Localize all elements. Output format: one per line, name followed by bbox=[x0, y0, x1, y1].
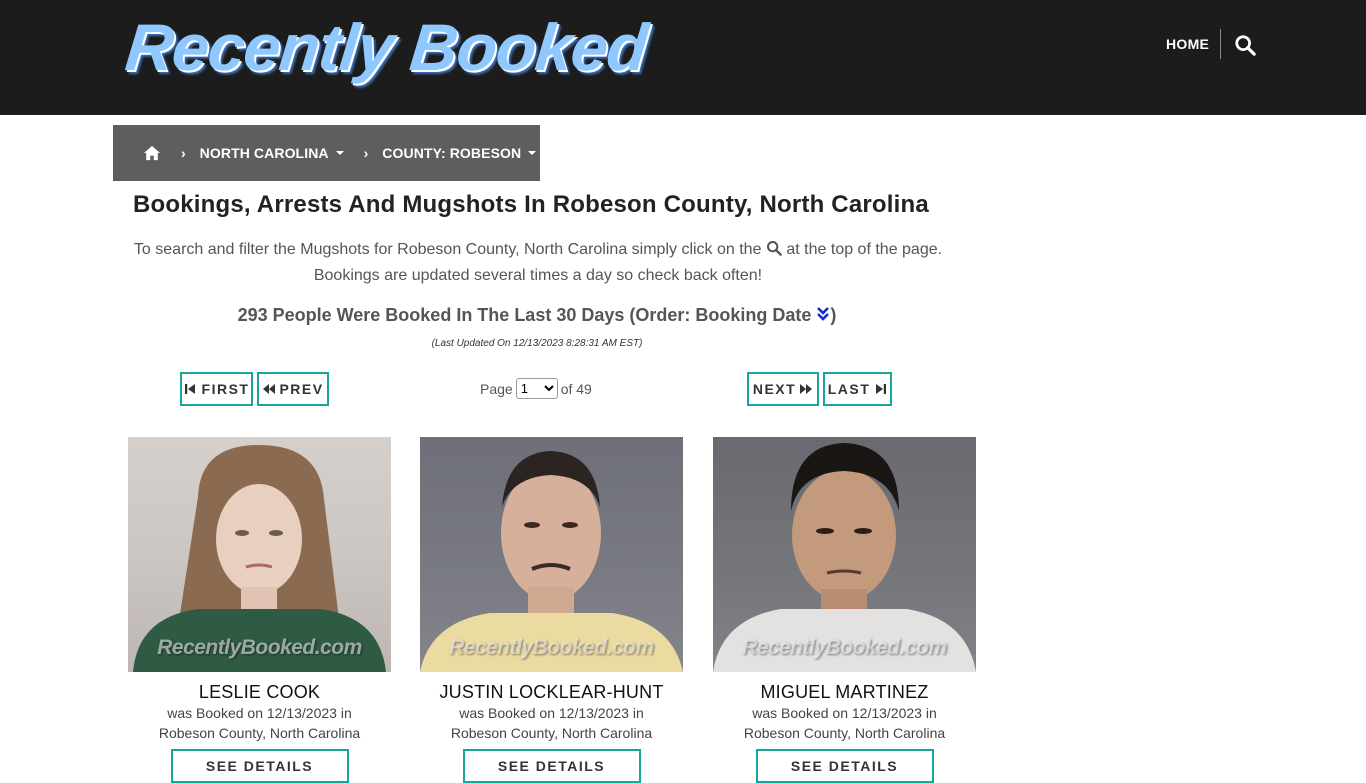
caret-down-icon bbox=[335, 151, 344, 155]
search-icon[interactable] bbox=[1234, 34, 1256, 56]
caret-down-icon bbox=[528, 151, 537, 155]
booking-count-text: 293 People Were Booked In The Last 30 Da… bbox=[237, 305, 812, 325]
page-select[interactable]: 1 bbox=[515, 378, 558, 399]
breadcrumb-state-dropdown[interactable]: NORTH CAROLINA bbox=[200, 145, 344, 161]
rewind-icon bbox=[263, 384, 276, 394]
mugshot-photo[interactable]: RecentlyBooked.com bbox=[713, 437, 976, 672]
mugshot-photo[interactable]: RecentlyBooked.com bbox=[420, 437, 683, 672]
intro-text: To search and filter the Mugshots for Ro… bbox=[128, 237, 948, 289]
first-icon bbox=[184, 384, 195, 394]
breadcrumb-state-label: NORTH CAROLINA bbox=[199, 145, 329, 161]
next-page-button[interactable]: NEXT bbox=[747, 372, 819, 406]
booking-count: 293 People Were Booked In The Last 30 Da… bbox=[128, 305, 946, 326]
fast-forward-icon bbox=[800, 384, 813, 394]
chevron-right-icon: › bbox=[363, 145, 369, 161]
first-page-label: FIRST bbox=[201, 381, 250, 397]
booking-card[interactable]: RecentlyBooked.com LESLIE COOK was Booke… bbox=[128, 437, 391, 783]
page-total: of 49 bbox=[560, 380, 592, 397]
see-details-button[interactable]: SEE DETAILS bbox=[462, 749, 641, 783]
page-label: Page bbox=[480, 380, 513, 397]
photo-watermark: RecentlyBooked.com bbox=[449, 636, 654, 659]
booking-line2: Robeson County, North Carolina bbox=[158, 725, 361, 741]
page-title: Bookings, Arrests And Mugshots In Robeso… bbox=[133, 191, 929, 218]
home-icon[interactable] bbox=[143, 145, 161, 161]
page-selector: Page 1 of 49 bbox=[480, 378, 592, 399]
mugshot-photo[interactable]: RecentlyBooked.com bbox=[128, 437, 391, 672]
site-header: Recently Booked HOME bbox=[0, 0, 1366, 115]
intro-text-before: To search and filter the Mugshots for Ro… bbox=[133, 241, 762, 258]
booking-card[interactable]: RecentlyBooked.com MIGUEL MARTINEZ was B… bbox=[713, 437, 976, 783]
booking-line2: Robeson County, North Carolina bbox=[743, 725, 946, 741]
chevron-right-icon: › bbox=[181, 145, 186, 161]
booking-name[interactable]: LESLIE COOK bbox=[128, 682, 391, 703]
booking-card[interactable]: RecentlyBooked.com JUSTIN LOCKLEAR-HUNT … bbox=[420, 437, 683, 783]
nav-home-link[interactable]: HOME bbox=[1166, 36, 1209, 52]
nav-divider bbox=[1220, 29, 1221, 59]
booking-line1: was Booked on 12/13/2023 in bbox=[459, 705, 644, 721]
booking-line1: was Booked on 12/13/2023 in bbox=[167, 705, 352, 721]
first-page-button[interactable]: FIRST bbox=[180, 372, 253, 406]
booking-count-close: ) bbox=[830, 305, 837, 325]
next-page-label: NEXT bbox=[752, 381, 797, 397]
breadcrumb-county-dropdown[interactable]: COUNTY: ROBESON bbox=[382, 145, 537, 161]
sort-order-icon[interactable] bbox=[816, 306, 830, 322]
prev-page-label: PREV bbox=[279, 381, 324, 397]
booking-line1: was Booked on 12/13/2023 in bbox=[752, 705, 937, 721]
booking-name[interactable]: MIGUEL MARTINEZ bbox=[713, 682, 976, 703]
last-page-label: LAST bbox=[827, 381, 871, 397]
prev-page-button[interactable]: PREV bbox=[257, 372, 329, 406]
booking-name[interactable]: JUSTIN LOCKLEAR-HUNT bbox=[420, 682, 683, 703]
photo-watermark: RecentlyBooked.com bbox=[157, 636, 362, 659]
site-logo[interactable]: Recently Booked bbox=[122, 10, 650, 84]
booking-line2: Robeson County, North Carolina bbox=[450, 725, 653, 741]
photo-watermark: RecentlyBooked.com bbox=[742, 636, 947, 659]
search-icon bbox=[766, 241, 782, 256]
see-details-button[interactable]: SEE DETAILS bbox=[755, 749, 934, 783]
last-updated: (Last Updated On 12/13/2023 8:28:31 AM E… bbox=[431, 338, 643, 349]
see-details-button[interactable]: SEE DETAILS bbox=[170, 749, 349, 783]
last-icon bbox=[876, 384, 887, 394]
breadcrumb: › NORTH CAROLINA › COUNTY: ROBESON bbox=[113, 125, 540, 181]
last-page-button[interactable]: LAST bbox=[823, 372, 892, 406]
breadcrumb-county-label: COUNTY: ROBESON bbox=[382, 145, 522, 161]
